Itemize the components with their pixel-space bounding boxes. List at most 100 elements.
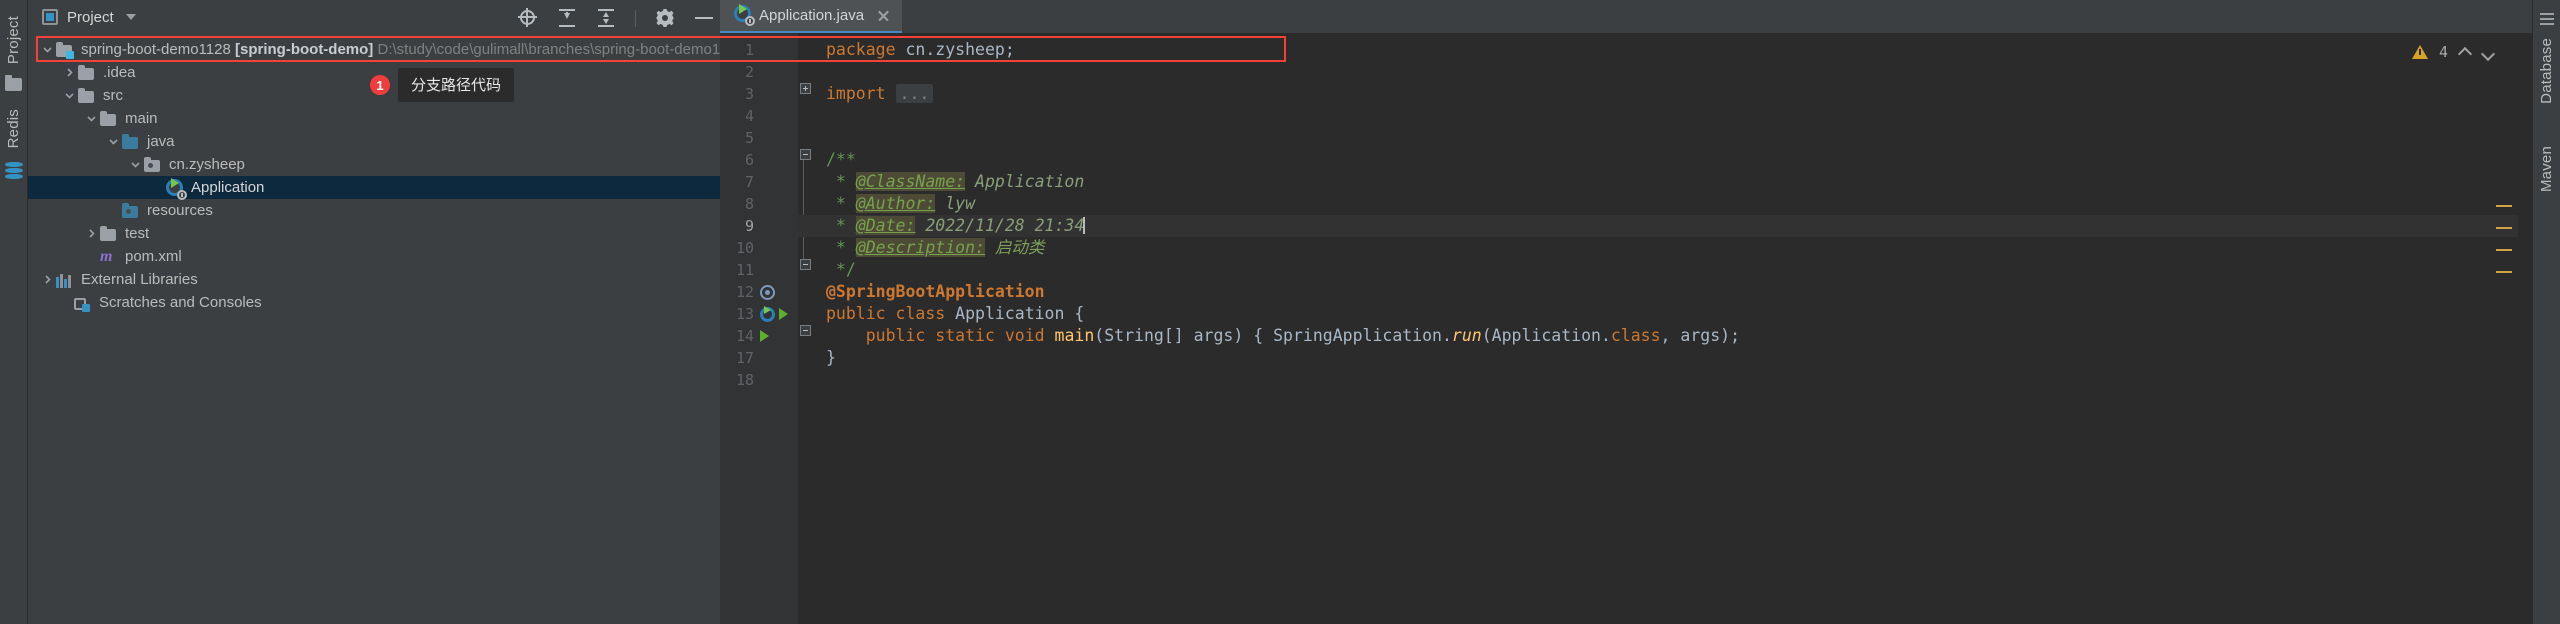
minimize-icon[interactable] (694, 8, 714, 28)
module-folder-icon (56, 41, 74, 59)
spring-bean-icon[interactable] (760, 284, 775, 300)
code-line-17: } (826, 348, 836, 367)
warning-count: 4 (2438, 43, 2448, 61)
gear-icon[interactable] (655, 8, 675, 28)
chevron-expanded-icon[interactable] (60, 84, 78, 107)
run-icon[interactable] (779, 308, 788, 320)
chevron-collapsed-icon[interactable] (82, 222, 100, 245)
rail-button-database[interactable]: Database (2538, 28, 2555, 110)
code-line-7: * @ClassName: Application (826, 172, 1085, 191)
editor-code-area[interactable]: package cn.zysheep; import ... /** * @Cl… (798, 33, 2532, 624)
chevron-expanded-icon[interactable] (82, 107, 100, 130)
project-panel-title: Project (67, 8, 114, 26)
tree-label-scratches: Scratches and Consoles (99, 294, 262, 311)
folder-icon (78, 64, 96, 82)
folder-icon[interactable] (5, 75, 22, 92)
editor-area: Application.java 1 2 3 4 5 6 7 8 9 10 11… (720, 0, 2532, 624)
tree-row-project-root[interactable]: spring-boot-demo1128 [spring-boot-demo] … (28, 38, 744, 61)
folder-icon (78, 87, 96, 105)
spring-boot-class-icon (166, 178, 187, 200)
spring-icon[interactable] (760, 305, 775, 322)
code-line-6: /** (826, 150, 856, 169)
spring-boot-class-icon (734, 4, 755, 26)
code-line-11: */ (826, 260, 856, 279)
tree-label-idea: .idea (103, 64, 136, 81)
hamburger-menu-icon[interactable] (2539, 10, 2554, 28)
chevron-expanded-icon[interactable] (104, 130, 122, 153)
tree-row-external-libraries[interactable]: External Libraries (28, 268, 720, 291)
editor-body: 1 2 3 4 5 6 7 8 9 10 11 12 13 14 17 18 p… (720, 33, 2532, 624)
gutter-line: 6 (744, 151, 754, 169)
error-stripe-mark[interactable] (2496, 227, 2512, 229)
locate-target-icon[interactable] (518, 8, 538, 28)
tree-row-application[interactable]: Application (28, 176, 720, 200)
tab-application-java[interactable]: Application.java (720, 0, 903, 33)
tree-row-main[interactable]: main (28, 107, 720, 130)
annotation-callout: 1 分支路径代码 (370, 68, 515, 102)
code-line-12: @SpringBootApplication (826, 282, 1045, 301)
tree-label-external-libraries: External Libraries (81, 271, 198, 288)
close-icon[interactable] (877, 9, 890, 22)
folder-icon (100, 225, 118, 243)
tree-label-package: cn.zysheep (169, 156, 245, 173)
gutter-line: 12 (720, 281, 798, 303)
collapsed-imports[interactable]: ... (895, 84, 934, 103)
gutter-line: 14 (720, 325, 798, 347)
tree-row-package[interactable]: cn.zysheep (28, 153, 720, 176)
error-stripe-mark[interactable] (2496, 205, 2512, 207)
tree-label-project-root: spring-boot-demo1128 [spring-boot-demo] … (81, 41, 745, 58)
warning-triangle-icon (2411, 45, 2428, 59)
gutter-line: 4 (744, 107, 754, 125)
gutter-line-current: 9 (744, 217, 754, 235)
maven-pom-icon: m (100, 247, 113, 265)
tab-label: Application.java (759, 7, 865, 24)
project-view-icon (42, 9, 58, 25)
gutter-line: 1 (744, 41, 754, 59)
rail-button-redis[interactable]: Redis (5, 99, 22, 154)
gutter-line: 10 (735, 239, 754, 257)
tree-label-test: test (125, 225, 150, 242)
database-stack-icon[interactable] (4, 162, 23, 182)
tree-label-src: src (103, 87, 123, 104)
ide-window: Project Redis Project spring-boot-demo11… (0, 0, 2560, 624)
run-icon[interactable] (760, 330, 769, 342)
error-stripe-mark[interactable] (2496, 249, 2512, 251)
tree-row-pom[interactable]: m pom.xml (28, 245, 720, 268)
rail-button-project[interactable]: Project (5, 6, 22, 70)
editor-tab-strip: Application.java (720, 0, 2532, 33)
tree-row-java[interactable]: java (28, 130, 720, 153)
code-line-13: public class Application { (826, 304, 1085, 323)
callout-number: 1 (370, 75, 390, 95)
tree-row-scratches[interactable]: Scratches and Consoles (28, 291, 720, 314)
code-line-1: package cn.zysheep; (826, 40, 1015, 59)
tree-row-test[interactable]: test (28, 222, 720, 245)
gutter-line: 11 (735, 261, 754, 279)
editor-gutter[interactable]: 1 2 3 4 5 6 7 8 9 10 11 12 13 14 17 18 (720, 33, 798, 624)
inspection-widget: 4 (2411, 43, 2494, 61)
chevron-collapsed-icon[interactable] (38, 268, 56, 291)
toolbar-divider (635, 9, 636, 27)
error-stripe-mark[interactable] (2496, 271, 2512, 273)
expand-all-icon[interactable] (557, 8, 577, 28)
chevron-collapsed-icon[interactable] (60, 61, 78, 84)
folder-icon (100, 110, 118, 128)
rail-button-maven[interactable]: Maven (2538, 136, 2555, 198)
editor-scrollbar[interactable] (2518, 66, 2532, 624)
chevron-up-icon[interactable] (2459, 46, 2471, 58)
resources-folder-icon (122, 202, 140, 220)
tree-row-resources[interactable]: resources (28, 199, 720, 222)
gutter-line: 3 (744, 85, 754, 103)
chevron-down-icon[interactable] (2482, 46, 2494, 58)
callout-label: 分支路径代码 (398, 68, 515, 102)
project-panel-toolbar (518, 8, 714, 28)
tree-label-main: main (125, 110, 158, 127)
libraries-icon (56, 271, 74, 289)
chevron-down-icon[interactable] (125, 14, 136, 20)
chevron-expanded-icon[interactable] (38, 38, 56, 61)
chevron-expanded-icon[interactable] (126, 153, 144, 176)
code-line-10: * @Description: 启动类 (826, 238, 1045, 257)
gutter-line: 13 (720, 303, 798, 325)
collapse-all-icon[interactable] (596, 8, 616, 28)
gutter-line: 7 (744, 173, 754, 191)
